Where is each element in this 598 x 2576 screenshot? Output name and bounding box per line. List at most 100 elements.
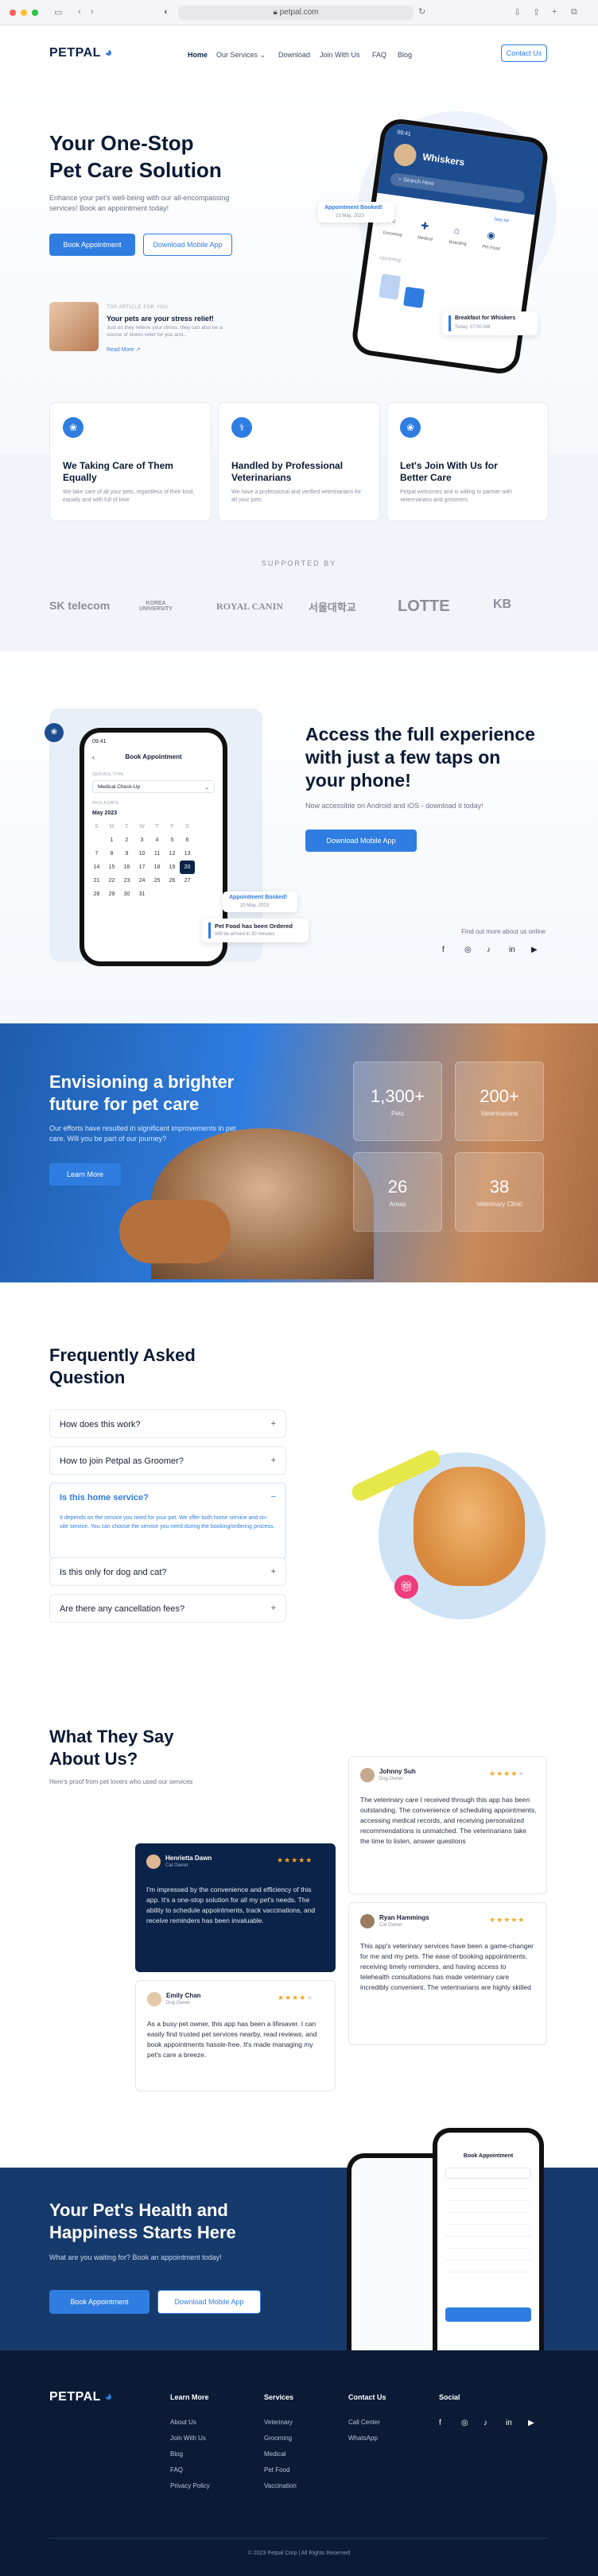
calendar-day[interactable]: 15: [104, 861, 119, 874]
calendar-day[interactable]: 19: [165, 861, 180, 874]
book-appointment-button[interactable]: Book Appointment: [49, 234, 135, 256]
nav-home[interactable]: Home: [188, 51, 208, 59]
youtube-icon[interactable]: ▶: [528, 2419, 534, 2427]
calendar-day[interactable]: 7: [89, 847, 104, 861]
phone-confirm-button[interactable]: [445, 2307, 531, 2322]
logo[interactable]: PETPAL ◕: [49, 46, 113, 60]
shield-icon[interactable]: ◐: [164, 7, 169, 17]
calendar-day[interactable]: 18: [150, 861, 165, 874]
footer-link-veterinary[interactable]: Veterinary: [264, 2419, 293, 2426]
footer-link-vaccination[interactable]: Vaccination: [264, 2482, 297, 2489]
calendar-day[interactable]: 24: [134, 874, 150, 888]
weekday-label: T: [155, 824, 159, 830]
calendar-day[interactable]: 17: [134, 861, 150, 874]
footer-link-faq[interactable]: FAQ: [170, 2466, 183, 2474]
calendar-day[interactable]: 22: [104, 874, 119, 888]
calendar-day[interactable]: 9: [119, 847, 134, 861]
faq-item[interactable]: Is this only for dog and cat? +: [49, 1557, 286, 1586]
sidebar-icon[interactable]: ▭: [54, 7, 62, 17]
footer-link-about[interactable]: About Us: [170, 2419, 196, 2426]
reload-icon[interactable]: ↻: [418, 6, 425, 17]
tiktok-icon[interactable]: ♪: [483, 2419, 487, 2427]
new-tab-icon[interactable]: +: [552, 7, 557, 17]
close-window-icon[interactable]: [10, 10, 16, 16]
calendar-day[interactable]: 21: [89, 874, 104, 888]
footer-link-privacy[interactable]: Privacy Policy: [170, 2482, 210, 2489]
nav-blog[interactable]: Blog: [398, 51, 412, 59]
calendar-day[interactable]: 6: [180, 834, 195, 847]
gift-icon[interactable]: 🎁︎: [394, 1575, 418, 1599]
calendar-day[interactable]: 28: [89, 888, 104, 901]
calendar-day[interactable]: 13: [180, 847, 195, 861]
footer-link-medical[interactable]: Medical: [264, 2450, 286, 2458]
top-article-card[interactable]: TOP ARTICLE FOR YOU Your pets are your s…: [49, 302, 232, 358]
medical-icon[interactable]: ✚: [420, 220, 429, 232]
footer-link-whatsapp[interactable]: WhatsApp: [348, 2435, 378, 2442]
nav-our-services[interactable]: Our Services ⌄: [216, 51, 266, 60]
faq-item[interactable]: How to join Petpal as Groomer? +: [49, 1446, 286, 1475]
linkedin-icon[interactable]: in: [509, 946, 515, 954]
instagram-icon[interactable]: ◎: [464, 946, 472, 954]
calendar-day[interactable]: 4: [150, 834, 165, 847]
minimize-window-icon[interactable]: [21, 10, 27, 16]
calendar-day[interactable]: 12: [165, 847, 180, 861]
learn-more-button[interactable]: Learn More: [49, 1163, 121, 1186]
tiktok-icon[interactable]: ♪: [487, 946, 491, 954]
linkedin-icon[interactable]: in: [506, 2419, 512, 2427]
book-appointment-button[interactable]: Book Appointment: [49, 2290, 150, 2314]
footer-link-pet-food[interactable]: Pet Food: [264, 2466, 289, 2474]
footer-link-grooming[interactable]: Grooming: [264, 2435, 292, 2442]
calendar-day[interactable]: 10: [134, 847, 150, 861]
calendar-day[interactable]: 30: [119, 888, 134, 901]
address-bar[interactable]: 🔒︎ petpal.com: [178, 6, 414, 20]
youtube-icon[interactable]: ▶: [531, 946, 538, 954]
calendar-day[interactable]: 16: [119, 861, 134, 874]
calendar-day[interactable]: 26: [165, 874, 180, 888]
footer-logo[interactable]: PETPAL ◕: [49, 2390, 113, 2404]
download-icon[interactable]: ⇩: [514, 7, 521, 17]
calendar-day[interactable]: 31: [134, 888, 150, 901]
calendar-day[interactable]: 5: [165, 834, 180, 847]
faq-item[interactable]: Are there any cancellation fees? +: [49, 1594, 286, 1623]
faq-item[interactable]: How does this work? +: [49, 1410, 286, 1438]
nav-join-with-us[interactable]: Join With Us: [320, 51, 360, 59]
facebook-icon[interactable]: f: [442, 946, 445, 954]
calendar-day[interactable]: 29: [104, 888, 119, 901]
instagram-icon[interactable]: ◎: [461, 2419, 468, 2427]
download-app-button[interactable]: Download Mobile App: [143, 234, 232, 256]
partner-logo-lotte: LOTTE: [398, 598, 450, 615]
calendar-day[interactable]: 20: [180, 861, 195, 874]
share-icon[interactable]: ⇪: [533, 7, 540, 17]
nav-faq[interactable]: FAQ: [372, 51, 386, 59]
download-app-button[interactable]: Download Mobile App: [305, 830, 417, 852]
contact-us-button[interactable]: Contact Us: [501, 44, 547, 62]
tabs-overview-icon[interactable]: ⧉: [571, 7, 577, 17]
calendar-day[interactable]: 3: [134, 834, 150, 847]
faq-item-expanded[interactable]: Is this home service? − It depends on th…: [49, 1483, 286, 1559]
calendar-day[interactable]: 2: [119, 834, 134, 847]
calendar-day[interactable]: 11: [150, 847, 165, 861]
phone-select[interactable]: [445, 2168, 531, 2179]
boarding-icon[interactable]: ⌂: [453, 225, 460, 237]
footer-link-join[interactable]: Join With Us: [170, 2435, 206, 2442]
download-app-button[interactable]: Download Mobile App: [157, 2290, 261, 2314]
pet-food-icon[interactable]: ◉: [487, 229, 496, 241]
footer-link-blog[interactable]: Blog: [170, 2450, 183, 2458]
stat-value: 200+: [480, 1086, 519, 1106]
maximize-window-icon[interactable]: [32, 10, 38, 16]
calendar-day[interactable]: 8: [104, 847, 119, 861]
see-all-link[interactable]: See All: [494, 217, 509, 224]
calendar-day[interactable]: 25: [150, 874, 165, 888]
forward-icon[interactable]: ›: [91, 7, 94, 17]
calendar-day[interactable]: 23: [119, 874, 134, 888]
read-more-link[interactable]: Read More ↗: [107, 346, 140, 353]
calendar-grid[interactable]: S M T W T F S 1 2 3 4 5 6 7 8 9 10 11 12 13 14 15 16 17 18 19 20 21…: [89, 820, 195, 901]
facebook-icon[interactable]: f: [439, 2419, 441, 2427]
calendar-day[interactable]: 14: [89, 861, 104, 874]
service-type-select[interactable]: Medical Check-Up ⌄: [92, 780, 215, 793]
nav-download[interactable]: Download: [278, 51, 310, 59]
calendar-day[interactable]: 1: [104, 834, 119, 847]
calendar-day[interactable]: 27: [180, 874, 195, 888]
back-icon[interactable]: ‹: [78, 7, 81, 17]
footer-link-call-center[interactable]: Call Center: [348, 2419, 380, 2426]
